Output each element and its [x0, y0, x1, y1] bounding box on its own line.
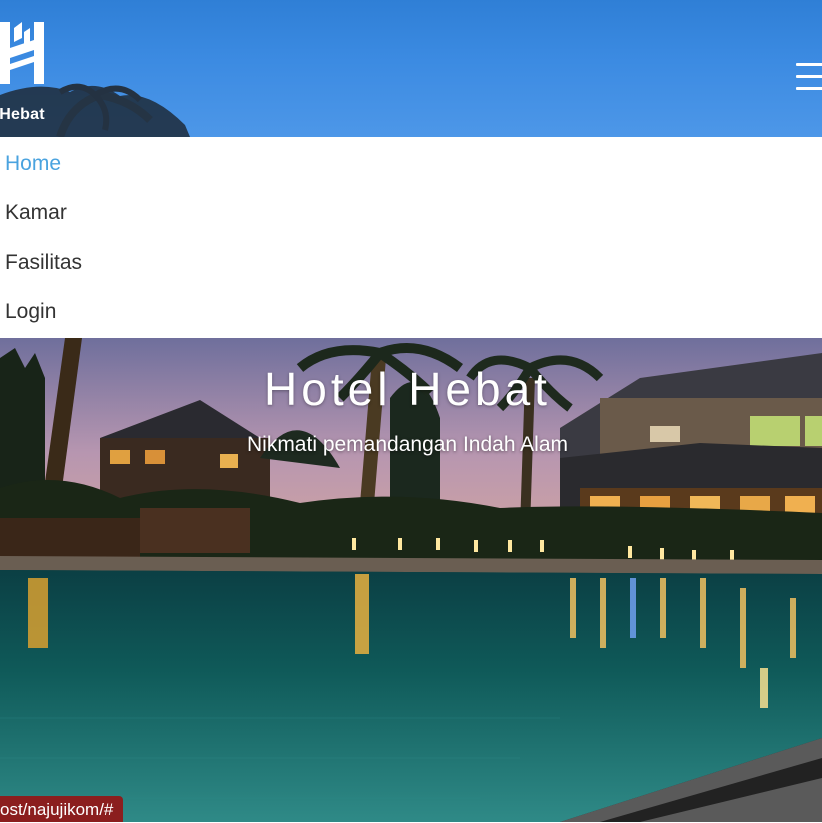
site-header: l Hebat	[0, 0, 822, 137]
nav-item-kamar[interactable]: Kamar	[5, 201, 67, 225]
nav-item-fasilitas[interactable]: Fasilitas	[5, 251, 82, 275]
logo-text: l Hebat	[0, 106, 45, 123]
palm-silhouette	[0, 83, 190, 137]
building-h-logo-icon	[0, 22, 44, 84]
hamburger-menu-icon[interactable]	[794, 60, 822, 94]
hotel-logo[interactable]: l Hebat	[0, 14, 74, 123]
status-bar-url: ost/najujikom/#	[0, 796, 124, 822]
nav-item-login[interactable]: Login	[5, 300, 56, 324]
main-navigation: Home Kamar Fasilitas Login	[0, 137, 822, 338]
hero-title: Hotel Hebat	[264, 363, 551, 415]
nav-item-home[interactable]: Home	[5, 152, 61, 176]
hero-subtitle: Nikmati pemandangan Indah Alam	[246, 433, 569, 456]
